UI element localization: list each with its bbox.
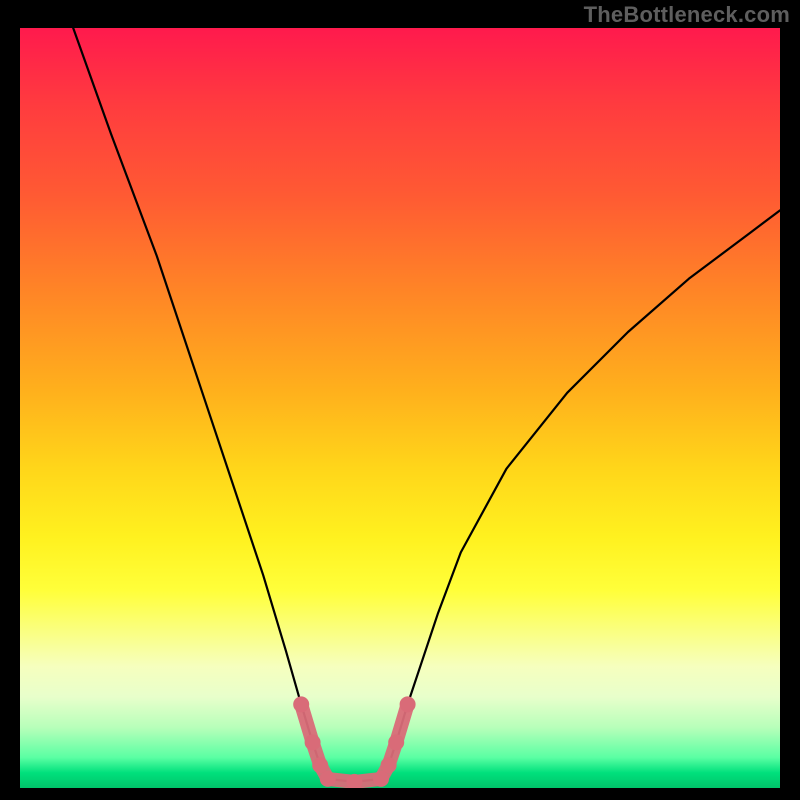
pink-dot bbox=[388, 734, 404, 750]
chart-container: TheBottleneck.com bbox=[0, 0, 800, 800]
pink-dot bbox=[305, 734, 321, 750]
pink-dot bbox=[381, 757, 397, 773]
pink-dot bbox=[400, 696, 416, 712]
black-curve bbox=[73, 28, 780, 782]
watermark-text: TheBottleneck.com bbox=[584, 2, 790, 28]
pink-highlight bbox=[293, 696, 415, 788]
pink-dot bbox=[293, 696, 309, 712]
pink-dot bbox=[320, 771, 336, 787]
curve-layer bbox=[20, 28, 780, 788]
pink-dot bbox=[373, 771, 389, 787]
plot-area bbox=[20, 28, 780, 788]
pink-dot bbox=[312, 757, 328, 773]
